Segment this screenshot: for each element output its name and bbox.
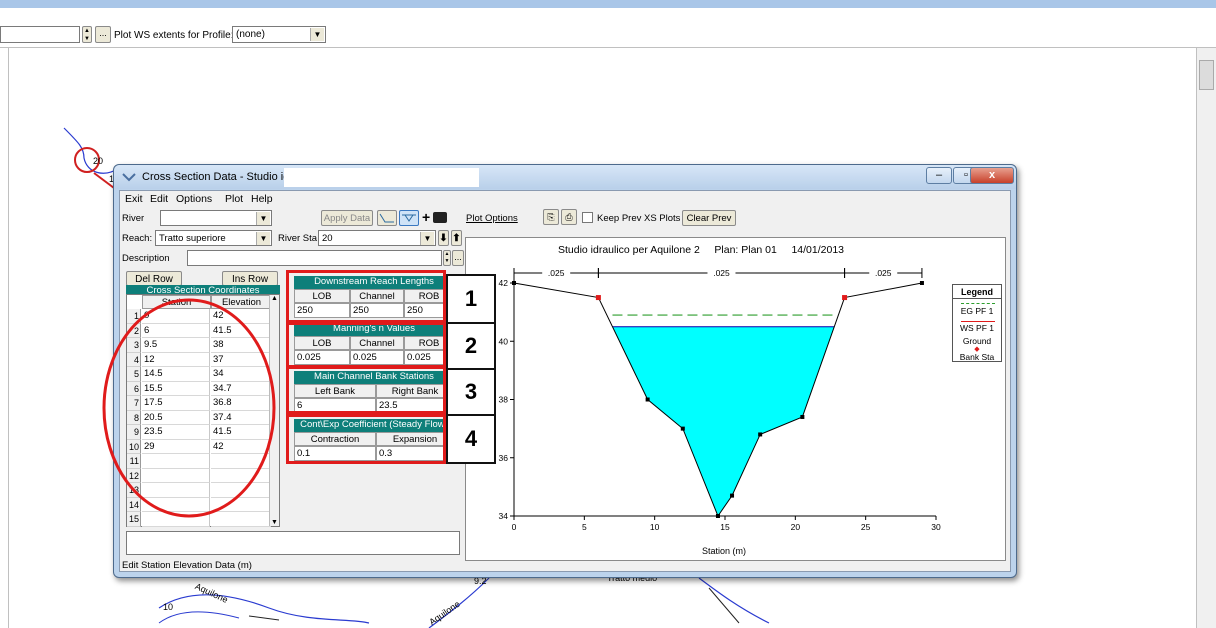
annotation-layer — [102, 298, 276, 518]
annotation-box-3 — [286, 366, 446, 414]
annotation-box-4 — [286, 414, 446, 464]
callout-2: 2 — [446, 322, 496, 370]
annotation-circle — [102, 298, 276, 518]
callout-1: 1 — [446, 274, 496, 324]
annotation-box-2 — [286, 320, 446, 368]
callout-3: 3 — [446, 368, 496, 416]
annotation-box-1 — [286, 270, 446, 325]
callout-4: 4 — [446, 414, 496, 464]
